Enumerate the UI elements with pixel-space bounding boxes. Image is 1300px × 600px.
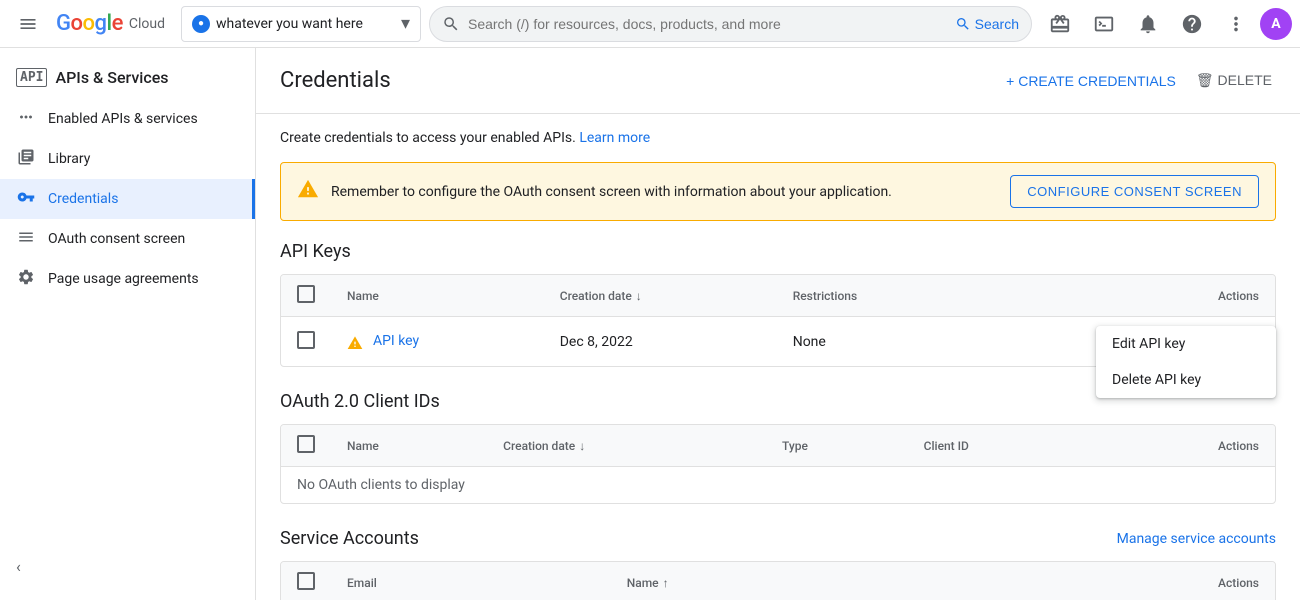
col-header-actions: Actions — [1097, 425, 1275, 467]
topbar-icon-group: A — [1040, 4, 1292, 44]
key-icon — [16, 188, 36, 211]
sidebar-item-label: OAuth consent screen — [48, 231, 185, 247]
col-header-actions: Actions — [974, 275, 1275, 317]
gift-icon-button[interactable] — [1040, 4, 1080, 44]
warning-banner: Remember to configure the OAuth consent … — [280, 162, 1276, 221]
api-key-name-cell: API key — [331, 317, 544, 367]
oauth-icon — [16, 228, 36, 251]
sidebar-item-oauth[interactable]: OAuth consent screen — [0, 219, 255, 259]
page-header: Credentials + CREATE CREDENTIALS 🗑 DELET… — [256, 48, 1300, 114]
col-header-client-id: Client ID — [908, 425, 1097, 467]
col-header-actions: Actions — [945, 562, 1275, 600]
sidebar-item-enabled-apis[interactable]: Enabled APIs & services — [0, 99, 255, 139]
search-bar[interactable]: Search — [429, 6, 1032, 42]
col-header-name: Name — [331, 275, 544, 317]
sort-icon: ↓ — [636, 289, 642, 303]
app-layout: API APIs & Services Enabled APIs & servi… — [0, 48, 1300, 600]
dropdown-menu: Edit API key Delete API key — [1096, 326, 1276, 398]
configure-consent-screen-button[interactable]: CONFIGURE CONSENT SCREEN — [1010, 175, 1259, 208]
project-icon: ● — [192, 15, 210, 33]
search-button[interactable]: Search — [955, 16, 1019, 32]
sidebar-item-label: Enabled APIs & services — [48, 111, 198, 127]
row-checkbox[interactable] — [297, 331, 315, 349]
oauth-clients-table: Name Creation date↓ Type Client ID Actio… — [280, 424, 1276, 504]
sidebar: API APIs & Services Enabled APIs & servi… — [0, 48, 256, 600]
sort-icon: ↓ — [579, 439, 585, 453]
select-all-checkbox[interactable] — [297, 285, 315, 303]
delete-button[interactable]: 🗑 DELETE — [1192, 64, 1276, 97]
col-header-restrictions: Restrictions — [777, 275, 974, 317]
table-row-empty: No OAuth clients to display — [281, 467, 1275, 504]
page-title: Credentials — [280, 68, 986, 93]
header-checkbox-cell — [281, 562, 331, 600]
terminal-icon-button[interactable] — [1084, 4, 1124, 44]
service-accounts-section-title: Service Accounts — [280, 528, 419, 549]
sidebar-item-label: Credentials — [48, 191, 118, 207]
api-key-restrictions-cell: None — [777, 317, 974, 367]
sidebar-item-label: Library — [48, 151, 90, 167]
sidebar-item-page-usage[interactable]: Page usage agreements — [0, 259, 255, 299]
row-checkbox-cell — [281, 317, 331, 367]
hamburger-menu[interactable] — [8, 4, 48, 44]
avatar[interactable]: A — [1260, 8, 1292, 40]
col-header-name: Name — [331, 425, 487, 467]
col-header-name[interactable]: Name↑ — [611, 562, 945, 600]
project-selector[interactable]: ● whatever you want here ▾ — [181, 6, 421, 42]
api-icon: API — [16, 68, 47, 87]
api-keys-header-row: Name Creation date↓ Restrictions Actions — [281, 275, 1275, 317]
service-accounts-table: Email Name↑ Actions No service accounts … — [280, 561, 1276, 600]
warning-text: Remember to configure the OAuth consent … — [331, 184, 998, 200]
bell-icon-button[interactable] — [1128, 4, 1168, 44]
dropdown-item-edit-api-key[interactable]: Edit API key — [1096, 326, 1276, 362]
search-icon — [442, 15, 460, 33]
service-accounts-header-row: Email Name↑ Actions — [281, 562, 1275, 600]
sidebar-item-label: Page usage agreements — [48, 271, 199, 287]
main-content: Credentials + CREATE CREDENTIALS 🗑 DELET… — [256, 48, 1300, 600]
select-all-checkbox[interactable] — [297, 572, 315, 590]
sidebar-item-library[interactable]: Library — [0, 139, 255, 179]
col-header-creation-date[interactable]: Creation date↓ — [544, 275, 777, 317]
col-header-creation-date[interactable]: Creation date↓ — [487, 425, 766, 467]
header-checkbox-cell — [281, 275, 331, 317]
warning-icon — [347, 332, 367, 351]
topbar: Google Cloud ● whatever you want here ▾ … — [0, 0, 1300, 48]
select-all-checkbox[interactable] — [297, 435, 315, 453]
manage-service-accounts-link[interactable]: Manage service accounts — [1117, 531, 1276, 547]
google-cloud-logo: Google Cloud — [56, 11, 165, 36]
api-key-link[interactable]: API key — [373, 333, 419, 349]
api-keys-section-title: API Keys — [280, 241, 1276, 262]
header-checkbox-cell — [281, 425, 331, 467]
create-credentials-button[interactable]: + CREATE CREDENTIALS — [1002, 65, 1180, 97]
sidebar-item-credentials[interactable]: Credentials — [0, 179, 255, 219]
more-options-icon-button[interactable] — [1216, 4, 1256, 44]
info-text: Create credentials to access your enable… — [280, 130, 1276, 146]
chevron-down-icon: ▾ — [401, 13, 410, 34]
sort-asc-icon: ↑ — [663, 576, 669, 590]
sidebar-header-label: APIs & Services — [55, 68, 168, 87]
project-name: whatever you want here — [216, 16, 395, 32]
page-actions: + CREATE CREDENTIALS 🗑 DELETE — [1002, 64, 1276, 97]
collapse-sidebar-button[interactable]: ‹ — [16, 557, 21, 576]
page-usage-icon — [16, 268, 36, 291]
service-accounts-section-header: Service Accounts Manage service accounts — [280, 528, 1276, 549]
oauth-header-row: Name Creation date↓ Type Client ID Actio… — [281, 425, 1275, 467]
api-key-date-cell: Dec 8, 2022 — [544, 317, 777, 367]
help-icon-button[interactable] — [1172, 4, 1212, 44]
sidebar-header: API APIs & Services — [0, 56, 255, 99]
col-header-type: Type — [766, 425, 908, 467]
col-header-email: Email — [331, 562, 611, 600]
library-icon — [16, 148, 36, 171]
warning-icon — [297, 178, 319, 205]
settings-icon — [16, 108, 36, 131]
learn-more-link[interactable]: Learn more — [579, 130, 650, 146]
cloud-label: Cloud — [129, 16, 165, 32]
dropdown-item-delete-api-key[interactable]: Delete API key — [1096, 362, 1276, 398]
empty-message: No OAuth clients to display — [281, 467, 1275, 504]
search-input[interactable] — [468, 16, 947, 32]
